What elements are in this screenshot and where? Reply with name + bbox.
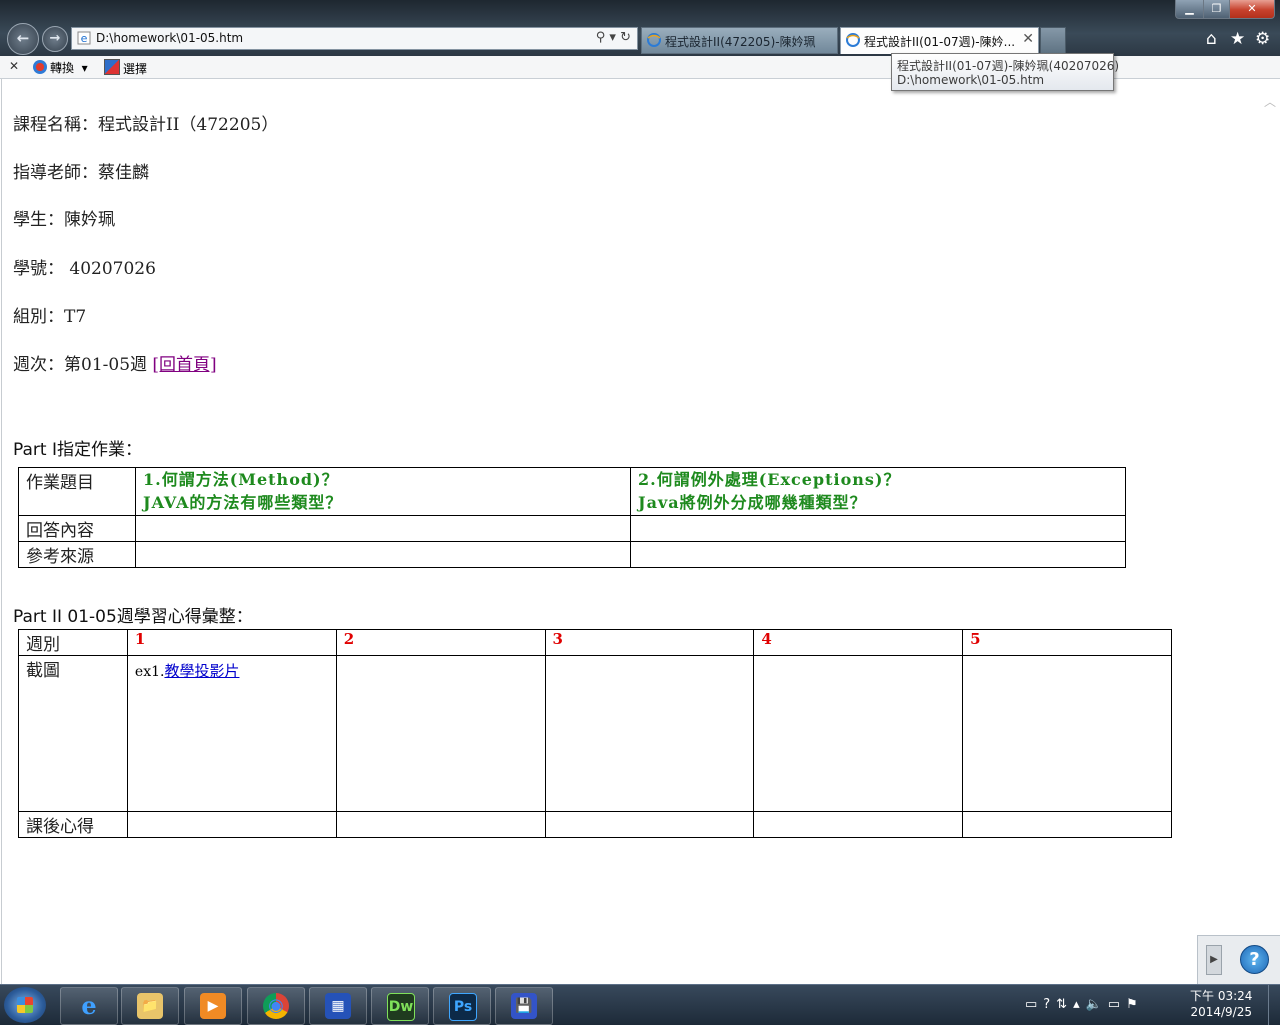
taskbar: e 📁 ▶ ◉ ▦ Dw Ps 💾 ▭?⇅▴🔈▭⚑ 下午 03:24 2014/… — [0, 984, 1280, 1025]
new-tab-button[interactable] — [1040, 27, 1066, 54]
reflection-week-4 — [753, 811, 964, 838]
back-button[interactable]: ← — [7, 23, 39, 55]
screenshot-week-2 — [335, 655, 546, 812]
screenshot-week-1: ex1.教學投影片 — [126, 655, 337, 812]
reflection-week-5 — [962, 811, 1172, 838]
minimize-button[interactable]: ▁ — [1175, 0, 1204, 19]
student-id: 學號： 40207026 — [13, 259, 156, 279]
app-window-icon: ▦ — [325, 993, 351, 1019]
close-tab-icon[interactable]: ✕ — [1022, 31, 1034, 47]
home-link[interactable]: [回首頁] — [152, 355, 216, 375]
assignment-table: 作業題目 1.何謂方法(Method)？ JAVA的方法有哪些類型？ 2.何謂例… — [18, 467, 1126, 568]
source-2-cell — [630, 541, 1126, 568]
group: 組別：T7 — [13, 307, 87, 327]
photoshop-icon: Ps — [449, 993, 477, 1021]
translate-button[interactable]: 轉換 ▾ — [33, 59, 88, 76]
chrome-icon: ◉ — [263, 993, 289, 1019]
week-5-header: 5 — [962, 629, 1172, 656]
home-icon[interactable]: ⌂ — [1206, 29, 1217, 49]
answer-1-cell — [135, 515, 631, 542]
screenshot-week-4 — [753, 655, 964, 812]
row-label-screenshot: 截圖 — [18, 655, 128, 812]
start-button[interactable] — [4, 987, 46, 1023]
ie-tab-icon — [846, 33, 860, 47]
row-label-week: 週別 — [18, 629, 128, 656]
week-2-header: 2 — [335, 629, 546, 656]
floppy-disk-icon: 💾 — [511, 993, 537, 1019]
system-tray[interactable]: ▭?⇅▴🔈▭⚑ — [1025, 997, 1144, 1012]
taskbar-app[interactable]: ▦ — [309, 987, 367, 1025]
scroll-up-icon[interactable]: ︿ — [1264, 93, 1276, 110]
part1-title: Part I指定作業： — [13, 440, 142, 460]
reflection-week-1 — [126, 811, 337, 838]
answer-2-cell — [630, 515, 1126, 542]
taskbar-explorer[interactable]: 📁 — [121, 987, 179, 1025]
arrow-right-icon[interactable]: ▶ — [1206, 945, 1222, 975]
address-text[interactable]: D:\homework\01-05.htm — [96, 31, 243, 45]
page-content: 課程名稱：程式設計II（472205） 指導老師：蔡佳麟 學生：陳妗珮 學號： … — [1, 79, 1261, 984]
close-toolbar-icon[interactable]: ✕ — [9, 59, 19, 73]
row-label-answer: 回答內容 — [18, 515, 136, 542]
select-icon — [104, 59, 120, 75]
slides-link[interactable]: 教學投影片 — [164, 662, 239, 680]
svg-text:e: e — [81, 32, 88, 45]
tab-course-page[interactable]: 程式設計II(472205)-陳妗珮-4... — [641, 27, 838, 54]
row-label-topic: 作業題目 — [18, 467, 136, 516]
ie-page-icon: e — [77, 31, 91, 45]
student-name: 學生：陳妗珮 — [13, 210, 115, 230]
select-button[interactable]: 選擇 — [104, 59, 147, 77]
tooltip-path: D:\homework\01-05.htm — [897, 73, 1045, 87]
tab-label: 程式設計II(01-07週)-陳妗... — [864, 35, 1014, 49]
dreamweaver-icon: Dw — [387, 993, 415, 1021]
search-refresh-icons[interactable]: ⚲ ▾ ↻ — [596, 30, 631, 45]
media-player-icon: ▶ — [200, 993, 226, 1019]
row-label-source: 參考來源 — [18, 541, 136, 568]
browser-titlebar: ▁ ❐ ✕ ← → e D:\homework\01-05.htm ⚲ ▾ ↻ … — [0, 0, 1280, 56]
tab-tooltip: 程式設計II(01-07週)-陳妗珮(40207026) D:\homework… — [891, 53, 1119, 91]
taskbar-chrome[interactable]: ◉ — [247, 987, 305, 1025]
week-info: 週次：第01-05週 [回首頁] — [13, 355, 217, 375]
teacher-name: 指導老師：蔡佳麟 — [13, 163, 149, 183]
vertical-scrollbar[interactable]: ︿ — [1261, 79, 1280, 984]
taskbar-save-app[interactable]: 💾 — [495, 987, 553, 1025]
taskbar-dreamweaver[interactable]: Dw — [371, 987, 429, 1025]
help-widget: ▶ ? — [1197, 935, 1280, 985]
course-name: 課程名稱：程式設計II（472205） — [13, 115, 279, 135]
favorites-star-icon[interactable]: ★ — [1230, 29, 1245, 49]
forward-button[interactable]: → — [42, 26, 68, 52]
week-3-header: 3 — [544, 629, 755, 656]
row-label-reflection: 課後心得 — [18, 811, 128, 838]
taskbar-ie[interactable]: e — [60, 987, 118, 1025]
reflection-week-2 — [335, 811, 546, 838]
taskbar-photoshop[interactable]: Ps — [433, 987, 491, 1025]
tools-gear-icon[interactable]: ⚙ — [1255, 29, 1270, 49]
source-1-cell — [135, 541, 631, 568]
week-1-header: 1 — [126, 629, 337, 656]
tab-label: 程式設計II(472205)-陳妗珮-4... — [665, 35, 815, 49]
tooltip-title: 程式設計II(01-07週)-陳妗珮(40207026) — [897, 59, 1120, 73]
week-4-header: 4 — [753, 629, 964, 656]
weekly-summary-table: 週別 1 2 3 4 5 截圖 ex1.教學投影片 課後心得 — [18, 629, 1172, 838]
show-desktop-button[interactable] — [1268, 985, 1280, 1025]
ie-tab-icon — [647, 33, 661, 47]
question-1: 1.何謂方法(Method)？ JAVA的方法有哪些類型？ — [135, 467, 631, 516]
translate-icon — [33, 60, 47, 74]
screenshot-week-5 — [962, 655, 1172, 812]
maximize-button[interactable]: ❐ — [1203, 0, 1230, 19]
part2-title: Part II 01-05週學習心得彙整： — [13, 607, 253, 627]
taskbar-media-player[interactable]: ▶ — [184, 987, 242, 1025]
ie-icon: e — [81, 991, 97, 1020]
folder-icon: 📁 — [137, 993, 163, 1019]
reflection-week-3 — [544, 811, 755, 838]
screenshot-week-3 — [544, 655, 755, 812]
help-icon[interactable]: ? — [1240, 945, 1269, 974]
close-window-button[interactable]: ✕ — [1229, 0, 1275, 19]
address-bar[interactable]: e D:\homework\01-05.htm ⚲ ▾ ↻ — [71, 27, 638, 50]
clock[interactable]: 下午 03:24 2014/9/25 — [1190, 988, 1252, 1020]
question-2: 2.何謂例外處理(Exceptions)？ Java將例外分成哪幾種類型？ — [630, 467, 1126, 516]
tab-homework-page[interactable]: 程式設計II(01-07週)-陳妗... ✕ — [840, 27, 1039, 54]
